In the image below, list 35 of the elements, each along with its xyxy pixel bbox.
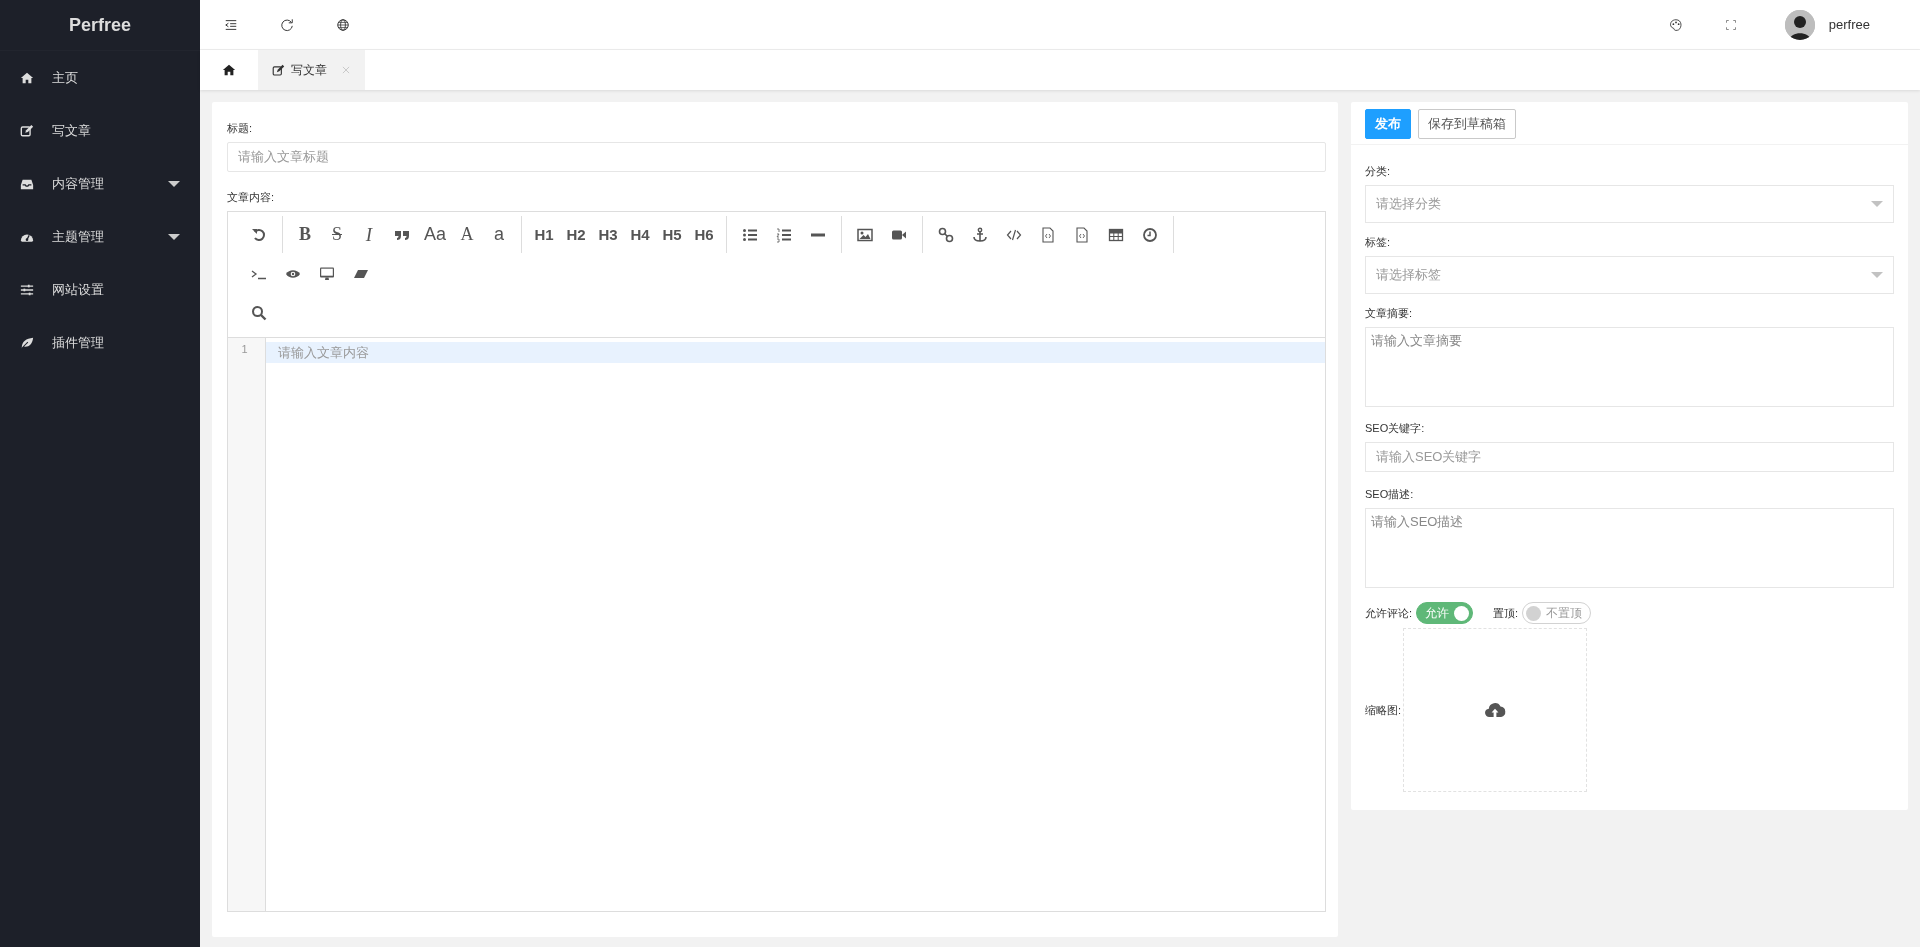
- toolbar-button[interactable]: Aa: [420, 219, 450, 250]
- sidebar-item[interactable]: 插件管理: [0, 316, 200, 369]
- field-label: 分类:: [1365, 164, 1392, 179]
- field-label: 标签:: [1365, 235, 1392, 250]
- field-label: 文章摘要:: [1365, 306, 1414, 321]
- toolbar-button[interactable]: H1: [529, 219, 559, 250]
- toolbar-button[interactable]: I: [354, 219, 384, 250]
- toolbar-button[interactable]: H6: [689, 219, 719, 250]
- textarea-field[interactable]: 请输入SEO描述: [1365, 508, 1894, 588]
- toolbar-button[interactable]: S: [322, 219, 352, 250]
- field-label: SEO关键字:: [1365, 421, 1426, 436]
- line-number: 1: [241, 343, 248, 355]
- sidebar-item[interactable]: 主题管理: [0, 210, 200, 263]
- switch-label: 置顶:: [1493, 605, 1519, 621]
- switch-label: 允许评论:: [1365, 605, 1413, 621]
- toolbar-button[interactable]: H4: [625, 219, 655, 250]
- sidebar-item[interactable]: 内容管理: [0, 157, 200, 210]
- user-name[interactable]: perfree: [1828, 17, 1870, 32]
- field-label: 文章内容:: [227, 190, 276, 205]
- textarea-field[interactable]: 请输入文章摘要: [1365, 327, 1894, 407]
- sidebar-item[interactable]: 网站设置: [0, 263, 200, 316]
- page-tab[interactable]: 写文章: [258, 50, 365, 90]
- toolbar-button[interactable]: H2: [561, 219, 591, 250]
- toolbar-button[interactable]: H3: [593, 219, 623, 250]
- toolbar-button[interactable]: B: [290, 219, 320, 250]
- field-label: SEO描述:: [1365, 487, 1415, 502]
- sidebar-item[interactable]: 主页: [0, 51, 200, 104]
- toolbar-button[interactable]: A: [452, 219, 482, 250]
- logo: Perfree: [68, 14, 131, 36]
- save-draft-button[interactable]: 保存到草稿箱: [1418, 109, 1516, 139]
- field-label: 标题:: [227, 121, 254, 136]
- sidebar-item[interactable]: 写文章: [0, 104, 200, 157]
- field-label: 缩略图:: [1365, 702, 1402, 718]
- toolbar-button[interactable]: a: [484, 219, 514, 250]
- toolbar-button[interactable]: H5: [657, 219, 687, 250]
